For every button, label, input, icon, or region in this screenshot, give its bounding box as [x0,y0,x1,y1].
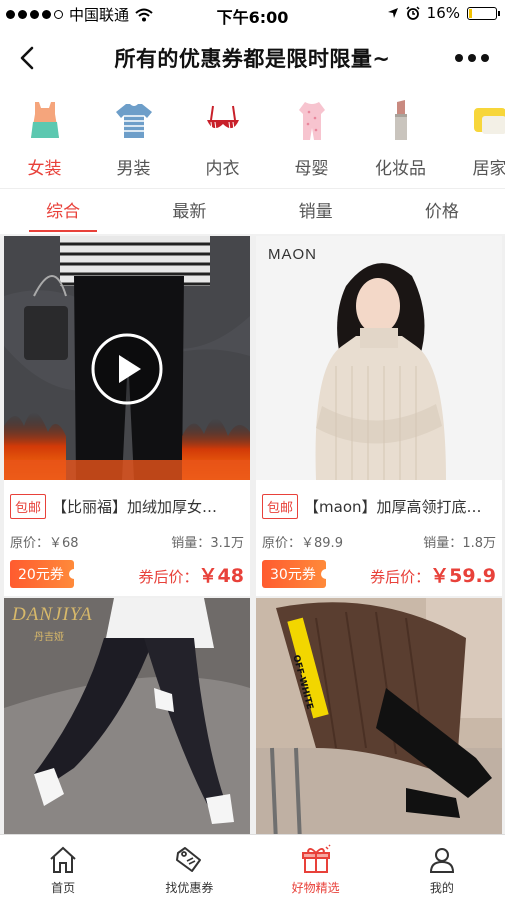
sort-tab-price[interactable]: 价格 [379,190,505,234]
user-icon [429,848,454,873]
home-icon [50,846,76,873]
category-label: 内衣 [205,159,240,179]
category-men[interactable]: 男装 [89,90,178,188]
product-name: 【比丽福】加绒加厚女… [52,497,218,516]
product-card[interactable]: 包邮 【比丽福】加绒加厚女… 原价：￥68 销量：3.1万 20元券 券后价：￥… [4,236,250,596]
product-card[interactable]: DANJIYA 丹吉娅 [4,598,250,834]
coupon-badge[interactable]: 20元券 [10,560,79,588]
category-label: 女装 [27,159,62,179]
original-price: 原价：￥89.9 [262,536,343,551]
category-label: 母婴 [294,159,329,179]
brand-logo: MAON [268,246,317,263]
tab-find-coupons[interactable]: 找优惠券 [126,835,252,900]
free-shipping-badge: 包邮 [10,493,47,519]
product-card[interactable]: MAON 包邮 【maon】加厚高领打底… 原价：￥89.9 销量：1.8万 3… [256,236,502,596]
bra-icon [201,98,245,142]
coupon-badge[interactable]: 30元券 [262,560,331,588]
status-bar: 中国联通 下午6:00 16% [0,0,505,28]
coupon-tag-icon [176,847,202,872]
product-image[interactable]: DANJIYA 丹吉娅 [4,598,250,834]
more-options-icon[interactable] [455,44,489,72]
location-arrow-icon [387,8,398,18]
sort-tabs: 综合 最新 销量 价格 [0,190,505,234]
tab-label: 好物精选 [291,881,340,895]
sort-tab-overall[interactable]: 综合 [0,190,126,234]
battery-icon [467,6,500,20]
product-name: 【maon】加厚高领打底… [304,497,482,516]
sort-tab-newest[interactable]: 最新 [126,190,252,234]
product-image[interactable]: OFF-WHITE [256,598,502,834]
category-label: 男装 [116,159,151,179]
tab-mine[interactable]: 我的 [379,835,505,900]
category-label: 化妆品 [375,159,426,179]
category-bar: 女装 男装 内衣 母婴 化妆品 居家 [0,90,505,188]
category-cosmetics[interactable]: 化妆品 [356,90,445,188]
gift-icon [301,844,331,873]
pillow-icon [468,98,505,142]
tab-label: 首页 [51,881,76,895]
original-price: 原价：￥68 [10,536,79,551]
sort-tab-sales[interactable]: 销量 [253,190,379,234]
product-title[interactable]: 包邮 【maon】加厚高领打底… [262,480,496,532]
divider [0,188,505,189]
category-baby[interactable]: 母婴 [267,90,356,188]
play-video-icon[interactable] [90,332,164,406]
tab-selected-goods[interactable]: 好物精选 [253,835,379,900]
tab-label: 找优惠券 [165,881,214,895]
category-women[interactable]: 女装 [0,90,89,188]
baby-onesie-icon [290,98,334,142]
after-coupon-price: 券后价：￥48 [138,564,244,587]
tshirt-icon [112,98,156,142]
nav-bar: 所有的优惠券都是限时限量~ [0,30,505,86]
lipstick-icon [379,98,423,142]
tab-home[interactable]: 首页 [0,835,126,900]
tab-label: 我的 [429,881,454,895]
brand-logo: DANJIYA [12,604,93,625]
free-shipping-badge: 包邮 [262,493,299,519]
category-home[interactable]: 居家 [445,90,505,188]
alarm-icon [406,6,420,20]
product-grid: 包邮 【比丽福】加绒加厚女… 原价：￥68 销量：3.1万 20元券 券后价：￥… [0,236,505,834]
product-image[interactable] [4,236,250,480]
after-coupon-price: 券后价：￥59.9 [370,564,496,587]
product-card[interactable]: OFF-WHITE [256,598,502,834]
tank-top-icon [23,98,67,142]
sales-count: 销量：1.8万 [423,536,496,551]
category-label: 居家 [472,159,505,179]
sales-count: 销量：3.1万 [171,536,244,551]
category-underwear[interactable]: 内衣 [178,90,267,188]
battery-percent: 16% [426,4,460,22]
page-title: 所有的优惠券都是限时限量~ [114,47,391,71]
back-arrow-icon[interactable] [12,42,44,74]
product-title[interactable]: 包邮 【比丽福】加绒加厚女… [10,480,244,532]
tab-bar: 首页 找优惠券 好物精选 我的 [0,834,505,900]
product-image[interactable]: MAON [256,236,502,480]
brand-sub-label: 丹吉娅 [34,632,64,643]
